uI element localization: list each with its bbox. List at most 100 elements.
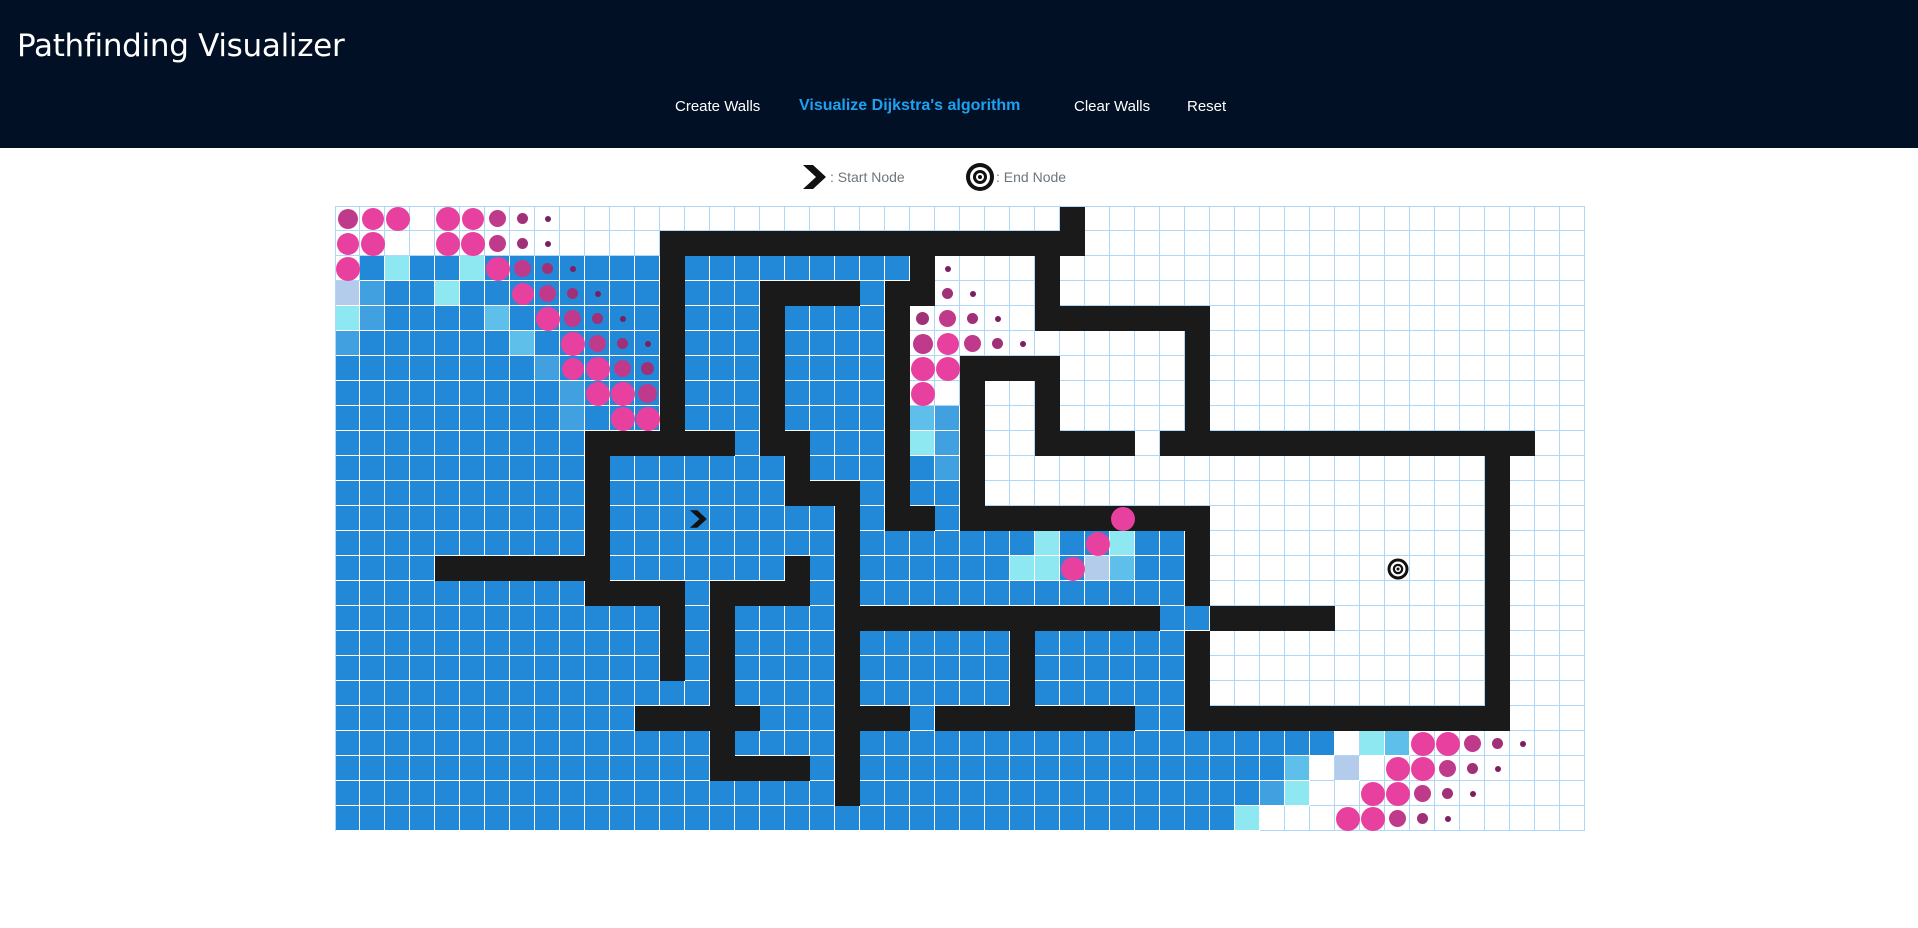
- grid-node[interactable]: [485, 806, 510, 831]
- wall-node[interactable]: [485, 556, 510, 581]
- wall-node[interactable]: [560, 556, 585, 581]
- wall-node[interactable]: [585, 581, 610, 606]
- grid-node[interactable]: [1560, 681, 1585, 706]
- wall-node[interactable]: [835, 656, 860, 681]
- grid-node[interactable]: [1535, 631, 1560, 656]
- grid-node[interactable]: [535, 456, 560, 481]
- grid-node[interactable]: [1010, 756, 1035, 781]
- grid-node[interactable]: [785, 381, 810, 406]
- wall-node[interactable]: [1035, 306, 1060, 331]
- grid-node[interactable]: [860, 481, 885, 506]
- grid-node[interactable]: [1160, 681, 1185, 706]
- wall-node[interactable]: [810, 481, 835, 506]
- grid-node[interactable]: [1535, 556, 1560, 581]
- wall-node[interactable]: [960, 431, 985, 456]
- grid-node[interactable]: [760, 731, 785, 756]
- grid-node[interactable]: [1435, 631, 1460, 656]
- wall-node[interactable]: [835, 281, 860, 306]
- grid-node[interactable]: [1385, 281, 1410, 306]
- grid-node[interactable]: [960, 531, 985, 556]
- grid-node[interactable]: [1185, 781, 1210, 806]
- grid-node[interactable]: [860, 381, 885, 406]
- grid-node[interactable]: [985, 206, 1010, 231]
- grid-node[interactable]: [335, 531, 360, 556]
- clear-walls-button[interactable]: Clear Walls: [1074, 98, 1150, 115]
- grid-node[interactable]: [1310, 206, 1335, 231]
- wall-node[interactable]: [835, 506, 860, 531]
- wall-node[interactable]: [785, 581, 810, 606]
- grid-node[interactable]: [1535, 656, 1560, 681]
- wall-node[interactable]: [960, 356, 985, 381]
- wall-node[interactable]: [910, 281, 935, 306]
- grid-node[interactable]: [1010, 306, 1035, 331]
- grid-node[interactable]: [1085, 406, 1110, 431]
- grid-node[interactable]: [335, 306, 360, 331]
- grid-node[interactable]: [1285, 531, 1310, 556]
- wall-node[interactable]: [1035, 431, 1060, 456]
- wall-node[interactable]: [1060, 306, 1085, 331]
- wall-node[interactable]: [710, 606, 735, 631]
- grid-node[interactable]: [785, 331, 810, 356]
- grid-node[interactable]: [785, 506, 810, 531]
- grid-node[interactable]: [560, 731, 585, 756]
- grid-node[interactable]: [1210, 256, 1235, 281]
- wall-node[interactable]: [935, 706, 960, 731]
- grid-node[interactable]: [460, 281, 485, 306]
- grid-node[interactable]: [560, 706, 585, 731]
- wall-node[interactable]: [735, 706, 760, 731]
- grid-node[interactable]: [460, 456, 485, 481]
- wall-node[interactable]: [535, 556, 560, 581]
- grid-node[interactable]: [1010, 431, 1035, 456]
- grid-node[interactable]: [910, 631, 935, 656]
- wall-node[interactable]: [1460, 431, 1485, 456]
- grid-node[interactable]: [910, 581, 935, 606]
- grid-node[interactable]: [935, 806, 960, 831]
- grid-node[interactable]: [1135, 731, 1160, 756]
- grid-node[interactable]: [410, 281, 435, 306]
- grid-node[interactable]: [960, 631, 985, 656]
- grid-node[interactable]: [1260, 681, 1285, 706]
- grid-node[interactable]: [385, 631, 410, 656]
- wall-node[interactable]: [710, 731, 735, 756]
- grid-node[interactable]: [1160, 356, 1185, 381]
- grid-node[interactable]: [710, 381, 735, 406]
- wall-node[interactable]: [885, 456, 910, 481]
- grid-node[interactable]: [410, 231, 435, 256]
- grid-node[interactable]: [1535, 331, 1560, 356]
- grid-node[interactable]: [360, 256, 385, 281]
- grid-node[interactable]: [1010, 806, 1035, 831]
- wall-node[interactable]: [1235, 706, 1260, 731]
- grid-node[interactable]: [1410, 331, 1435, 356]
- grid-node[interactable]: [1385, 206, 1410, 231]
- grid-node[interactable]: [1410, 231, 1435, 256]
- grid-node[interactable]: [635, 506, 660, 531]
- grid-node[interactable]: [1235, 331, 1260, 356]
- grid-node[interactable]: [1035, 456, 1060, 481]
- grid-node[interactable]: [1160, 756, 1185, 781]
- grid-node[interactable]: [685, 456, 710, 481]
- grid-node[interactable]: [1060, 381, 1085, 406]
- grid-node[interactable]: [1160, 806, 1185, 831]
- grid-node[interactable]: [685, 606, 710, 631]
- grid-node[interactable]: [510, 706, 535, 731]
- grid-node[interactable]: [1085, 456, 1110, 481]
- wall-node[interactable]: [1260, 606, 1285, 631]
- grid-node[interactable]: [660, 556, 685, 581]
- grid-node[interactable]: [510, 331, 535, 356]
- grid-node[interactable]: [1210, 306, 1235, 331]
- grid-node[interactable]: [935, 756, 960, 781]
- grid-node[interactable]: [1460, 656, 1485, 681]
- grid-node[interactable]: [485, 506, 510, 531]
- grid-node[interactable]: [485, 481, 510, 506]
- wall-node[interactable]: [1085, 606, 1110, 631]
- wall-node[interactable]: [1210, 606, 1235, 631]
- grid-node[interactable]: [1385, 506, 1410, 531]
- grid-node[interactable]: [735, 531, 760, 556]
- grid-node[interactable]: [1235, 481, 1260, 506]
- grid-node[interactable]: [1110, 781, 1135, 806]
- grid-node[interactable]: [1160, 256, 1185, 281]
- grid-node[interactable]: [485, 406, 510, 431]
- start-node-chevron-icon[interactable]: [685, 506, 710, 531]
- grid-node[interactable]: [1160, 581, 1185, 606]
- grid-node[interactable]: [1110, 681, 1135, 706]
